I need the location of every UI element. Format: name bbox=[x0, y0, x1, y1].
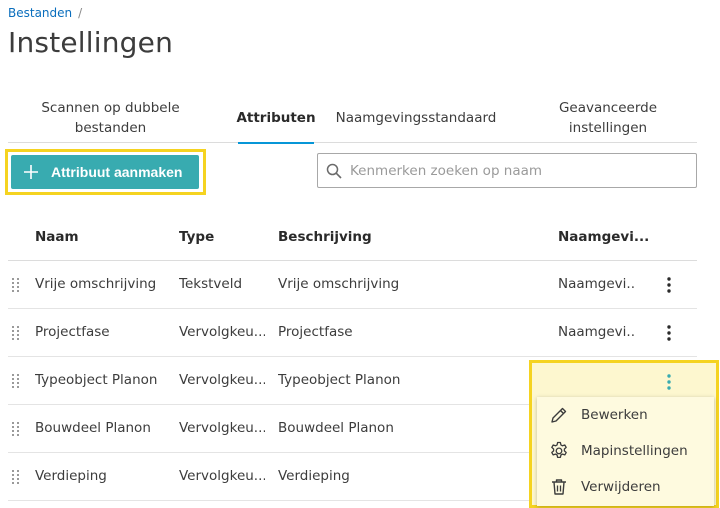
drag-handle-icon[interactable] bbox=[12, 470, 20, 488]
cell-naming-convention: Naamgevi... bbox=[558, 324, 636, 340]
tab-naming-standard[interactable]: Naamgevingsstandaard bbox=[330, 93, 502, 143]
header-name[interactable]: Naam bbox=[35, 229, 79, 245]
cell-name: Projectfase bbox=[35, 324, 110, 340]
plus-icon bbox=[11, 164, 51, 180]
menu-item-delete[interactable]: Verwijderen bbox=[537, 469, 714, 505]
cell-name: Verdieping bbox=[35, 468, 107, 484]
breadcrumb-separator: / bbox=[78, 6, 83, 20]
cell-name: Bouwdeel Planon bbox=[35, 420, 151, 436]
table-row[interactable]: Projectfase Vervolgkeu... Projectfase Na… bbox=[8, 309, 697, 357]
menu-item-folder-settings[interactable]: Mapinstellingen bbox=[537, 433, 714, 469]
cell-name: Typeobject Planon bbox=[35, 372, 158, 388]
cell-description: Vrije omschrijving bbox=[278, 276, 400, 292]
more-options-icon[interactable] bbox=[660, 321, 678, 345]
breadcrumb-link-bestanden[interactable]: Bestanden bbox=[8, 6, 72, 20]
create-attribute-label: Attribuut aanmaken bbox=[51, 164, 183, 180]
table-header: Naam Type Beschrijving Naamgevi... bbox=[8, 213, 697, 261]
cell-description: Typeobject Planon bbox=[278, 372, 401, 388]
cell-type: Vervolgkeu... bbox=[179, 372, 265, 388]
table-row[interactable]: Vrije omschrijving Tekstveld Vrije omsch… bbox=[8, 261, 697, 309]
breadcrumb: Bestanden / bbox=[8, 6, 82, 20]
gear-icon bbox=[537, 441, 581, 461]
menu-item-label: Verwijderen bbox=[581, 479, 661, 495]
cell-type: Tekstveld bbox=[179, 276, 243, 292]
tab-duplicate-scan[interactable]: Scannen op dubbele bestanden bbox=[8, 93, 213, 143]
cell-type: Vervolgkeu... bbox=[179, 324, 265, 340]
search-input[interactable] bbox=[350, 162, 696, 179]
more-options-icon[interactable] bbox=[660, 273, 678, 297]
drag-handle-icon[interactable] bbox=[12, 326, 20, 344]
create-attribute-button[interactable]: Attribuut aanmaken bbox=[11, 155, 199, 189]
cell-description: Bouwdeel Planon bbox=[278, 420, 394, 436]
tab-bar: Scannen op dubbele bestanden Attributen … bbox=[8, 93, 697, 144]
header-description[interactable]: Beschrijving bbox=[278, 229, 372, 245]
trash-icon bbox=[537, 478, 581, 496]
menu-item-edit[interactable]: Bewerken bbox=[537, 397, 714, 433]
pencil-icon bbox=[537, 406, 581, 424]
header-type[interactable]: Type bbox=[179, 229, 214, 245]
cell-type: Vervolgkeu... bbox=[179, 468, 265, 484]
cell-description: Verdieping bbox=[278, 468, 350, 484]
drag-handle-icon[interactable] bbox=[12, 278, 20, 296]
menu-item-label: Mapinstellingen bbox=[581, 443, 688, 459]
cell-description: Projectfase bbox=[278, 324, 353, 340]
cell-type: Vervolgkeu... bbox=[179, 420, 265, 436]
page-title: Instellingen bbox=[8, 26, 174, 59]
menu-item-label: Bewerken bbox=[581, 407, 648, 423]
cell-name: Vrije omschrijving bbox=[35, 276, 157, 292]
header-naming-convention[interactable]: Naamgevi... bbox=[558, 229, 649, 245]
context-menu: Bewerken Mapinstellingen Verwijderen bbox=[537, 397, 714, 506]
more-options-icon[interactable] bbox=[660, 370, 678, 394]
cell-naming-convention: Naamgevi... bbox=[558, 276, 636, 292]
tab-advanced-settings[interactable]: Geavanceerde instellingen bbox=[543, 93, 673, 143]
drag-handle-icon[interactable] bbox=[12, 422, 20, 440]
drag-handle-icon[interactable] bbox=[12, 374, 20, 392]
search-box bbox=[317, 153, 697, 188]
search-icon bbox=[318, 163, 350, 179]
tab-attributes[interactable]: Attributen bbox=[236, 93, 316, 144]
